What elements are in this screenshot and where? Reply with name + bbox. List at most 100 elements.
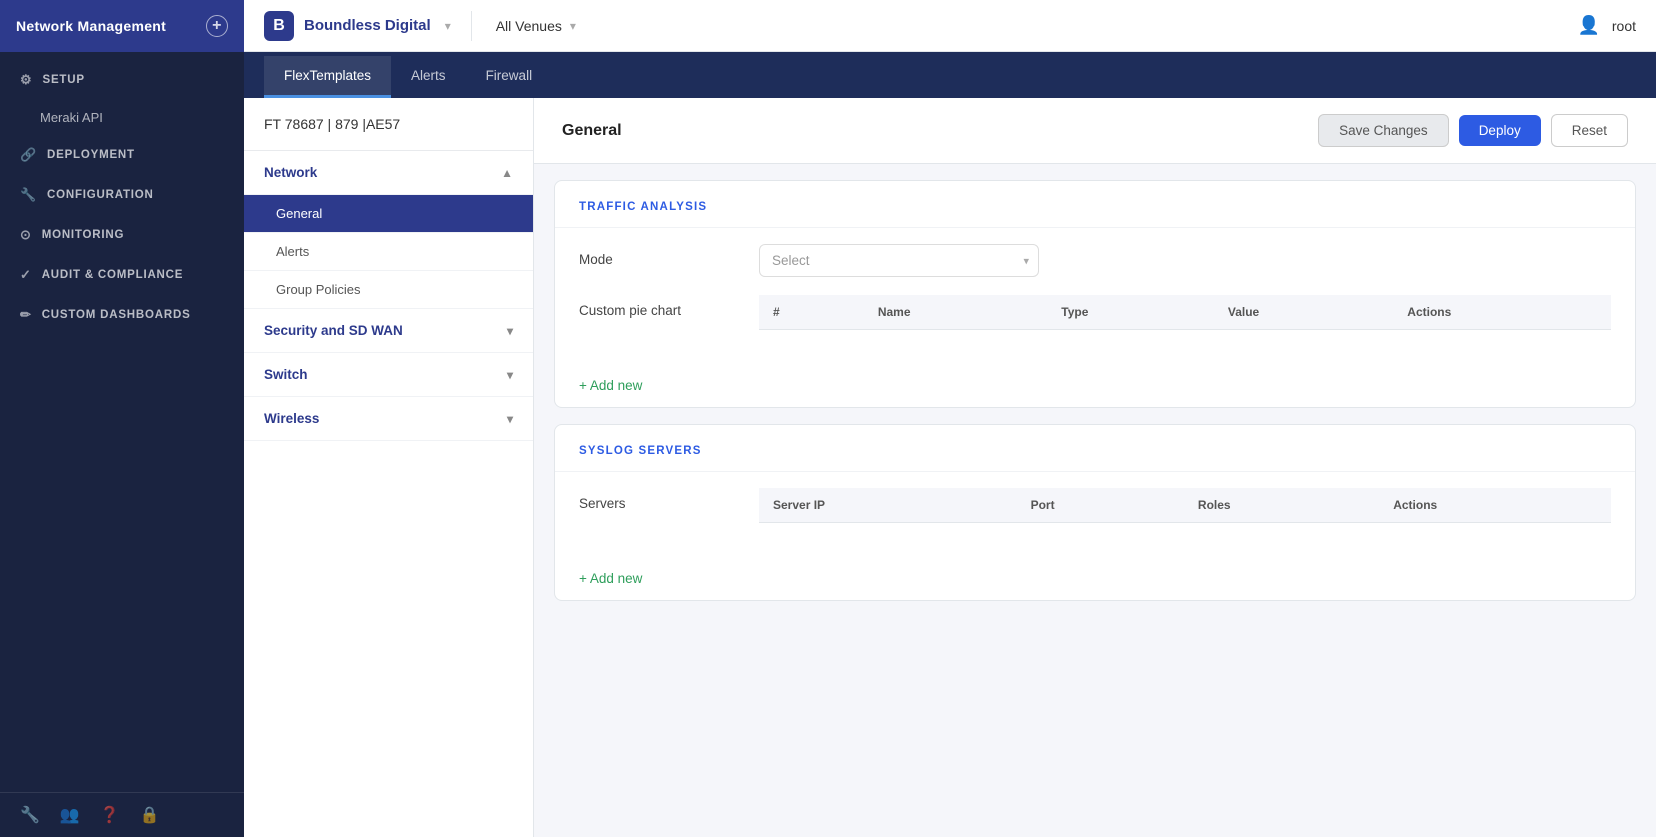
nav-network-header[interactable]: Network ▲ (244, 151, 533, 195)
servers-label: Servers (579, 488, 739, 511)
header-right: 👤 root (1577, 15, 1636, 36)
custom-pie-chart-label: Custom pie chart (579, 295, 739, 318)
nav-wireless-header[interactable]: Wireless ▾ (244, 397, 533, 441)
add-network-button[interactable]: + (206, 15, 228, 37)
traffic-analysis-header: TRAFFIC ANALYSIS (555, 181, 1635, 228)
tab-bar: FlexTemplates Alerts Firewall (244, 52, 1656, 98)
nav-section-security: Security and SD WAN ▾ (244, 309, 533, 353)
col-type: Type (1047, 295, 1214, 330)
save-changes-button[interactable]: Save Changes (1318, 114, 1449, 147)
sidebar-section-label-setup: SETUP (42, 74, 84, 86)
lock-icon[interactable]: 🔒 (140, 805, 160, 825)
user-name: root (1612, 18, 1636, 34)
traffic-add-new-link[interactable]: + Add new (555, 364, 1635, 407)
app-title: Network Management (16, 18, 166, 34)
deployment-icon: 🔗 (20, 147, 37, 163)
nav-switch-header[interactable]: Switch ▾ (244, 353, 533, 397)
sidebar-nav: ⚙ SETUP Meraki API 🔗 DEPLOYMENT 🔧 CONFIG… (0, 52, 244, 792)
sidebar-section-label-deployment: DEPLOYMENT (47, 149, 135, 161)
sidebar-item-custom-dashboards[interactable]: ✏ CUSTOM DASHBOARDS (0, 295, 244, 335)
venue-selector[interactable]: All Venues ▾ (472, 18, 600, 34)
servers-table-wrapper: Server IP Port Roles Actions (759, 488, 1611, 523)
top-header: B Boundless Digital ▾ All Venues ▾ 👤 roo… (244, 0, 1656, 52)
deploy-button[interactable]: Deploy (1459, 115, 1541, 146)
tools-icon[interactable]: 🔧 (20, 805, 40, 825)
template-id: FT 78687 | 879 |AE57 (244, 98, 533, 151)
brand-area: B Boundless Digital ▾ (264, 11, 472, 41)
user-avatar-icon: 👤 (1577, 15, 1599, 36)
sidebar-item-monitoring[interactable]: ⊙ MONITORING (0, 215, 244, 255)
tab-alerts[interactable]: Alerts (391, 56, 466, 98)
sidebar-item-audit-compliance[interactable]: ✓ AUDIT & COMPLIANCE (0, 255, 244, 295)
reset-button[interactable]: Reset (1551, 114, 1628, 147)
nav-network-label: Network (264, 165, 317, 180)
brand-chevron-icon[interactable]: ▾ (445, 19, 451, 33)
sidebar-section-label-audit: AUDIT & COMPLIANCE (42, 269, 184, 281)
nav-section-wireless: Wireless ▾ (244, 397, 533, 441)
traffic-analysis-title: TRAFFIC ANALYSIS (579, 201, 707, 213)
venue-name: All Venues (496, 18, 562, 34)
network-chevron-icon: ▲ (501, 166, 513, 180)
sidebar-header: Network Management + (0, 0, 244, 52)
syslog-servers-section: SYSLOG SERVERS Servers Server IP Port (554, 424, 1636, 601)
sidebar-item-deployment[interactable]: 🔗 DEPLOYMENT (0, 135, 244, 175)
mode-label: Mode (579, 244, 739, 267)
nav-network-alerts[interactable]: Alerts (244, 233, 533, 271)
brand-logo: B (264, 11, 294, 41)
content-area: FT 78687 | 879 |AE57 Network ▲ General A… (244, 98, 1656, 837)
sidebar-item-configuration[interactable]: 🔧 CONFIGURATION (0, 175, 244, 215)
sidebar-item-meraki-api[interactable]: Meraki API (0, 100, 244, 135)
tab-flex-templates[interactable]: FlexTemplates (264, 56, 391, 98)
setup-icon: ⚙ (20, 72, 32, 88)
syslog-add-new-link[interactable]: + Add new (555, 557, 1635, 600)
left-panel: FT 78687 | 879 |AE57 Network ▲ General A… (244, 98, 534, 837)
monitoring-icon: ⊙ (20, 227, 32, 243)
security-chevron-icon: ▾ (507, 324, 513, 338)
col-name: Name (864, 295, 1047, 330)
nav-section-network: Network ▲ General Alerts Group Policies (244, 151, 533, 309)
col-value: Value (1214, 295, 1393, 330)
col-port: Port (1017, 488, 1184, 523)
nav-switch-label: Switch (264, 367, 308, 382)
mode-select-wrapper: Select ▾ (759, 244, 1039, 277)
mode-row: Mode Select ▾ (579, 244, 1611, 277)
nav-security-header[interactable]: Security and SD WAN ▾ (244, 309, 533, 353)
sidebar: Network Management + ⚙ SETUP Meraki API … (0, 0, 244, 837)
nav-section-switch: Switch ▾ (244, 353, 533, 397)
sidebar-footer: 🔧 👥 ❓ 🔒 (0, 792, 244, 837)
traffic-analysis-body: Mode Select ▾ Custom pie chart (555, 228, 1635, 364)
traffic-analysis-section: TRAFFIC ANALYSIS Mode Select ▾ (554, 180, 1636, 408)
mode-select[interactable]: Select (759, 244, 1039, 277)
nav-network-general[interactable]: General (244, 195, 533, 233)
servers-table: Server IP Port Roles Actions (759, 488, 1611, 523)
tab-firewall[interactable]: Firewall (466, 56, 553, 98)
main-area: B Boundless Digital ▾ All Venues ▾ 👤 roo… (244, 0, 1656, 837)
col-syslog-actions: Actions (1379, 488, 1611, 523)
configuration-icon: 🔧 (20, 187, 37, 203)
sidebar-item-setup[interactable]: ⚙ SETUP (0, 60, 244, 100)
right-panel: General Save Changes Deploy Reset TRAFFI… (534, 98, 1656, 837)
brand-name: Boundless Digital (304, 17, 431, 34)
servers-row: Servers Server IP Port Roles Actions (579, 488, 1611, 523)
help-icon[interactable]: ❓ (100, 805, 120, 825)
sidebar-section-label-configuration: CONFIGURATION (47, 189, 154, 201)
custom-pie-chart-table-wrapper: # Name Type Value Actions (759, 295, 1611, 330)
mode-control: Select ▾ (759, 244, 1611, 277)
nav-wireless-label: Wireless (264, 411, 319, 426)
col-roles: Roles (1184, 488, 1379, 523)
nav-network-group-policies[interactable]: Group Policies (244, 271, 533, 309)
venue-chevron-icon: ▾ (570, 19, 576, 33)
col-hash: # (759, 295, 864, 330)
syslog-servers-header: SYSLOG SERVERS (555, 425, 1635, 472)
switch-chevron-icon: ▾ (507, 368, 513, 382)
custom-pie-chart-table: # Name Type Value Actions (759, 295, 1611, 330)
dashboards-icon: ✏ (20, 307, 32, 323)
panel-actions: Save Changes Deploy Reset (1318, 114, 1628, 147)
custom-pie-chart-row: Custom pie chart # Name Type Value A (579, 295, 1611, 330)
sidebar-section-label-dashboards: CUSTOM DASHBOARDS (42, 309, 191, 321)
col-server-ip: Server IP (759, 488, 1017, 523)
network-sub-items: General Alerts Group Policies (244, 195, 533, 309)
panel-title: General (562, 122, 622, 140)
wireless-chevron-icon: ▾ (507, 412, 513, 426)
users-icon[interactable]: 👥 (60, 805, 80, 825)
